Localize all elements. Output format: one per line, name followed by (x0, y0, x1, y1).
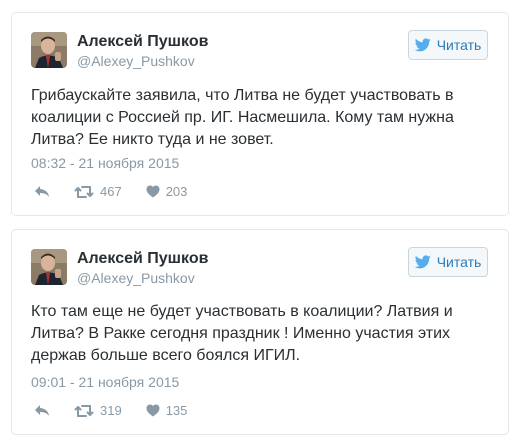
tweet-timestamp[interactable]: 08:32 - 21 ноября 2015 (31, 155, 179, 171)
tweet-text: Грибаускайте заявила, что Литва не будет… (31, 87, 454, 148)
follow-button-label: Читать (436, 37, 482, 53)
heart-icon (146, 185, 160, 198)
twitter-bird-icon (414, 255, 431, 269)
twitter-bird-icon (414, 38, 431, 52)
tweet-card: Алексей Пушков @Alexey_Pushkov Читать Гр… (11, 12, 509, 216)
reply-icon (34, 404, 50, 417)
tweet-text: Кто там еще не будет участвовать в коали… (31, 303, 453, 364)
avatar[interactable] (31, 32, 67, 68)
heart-icon (146, 404, 160, 417)
retweet-icon (74, 404, 94, 418)
tweet-timestamp[interactable]: 09:01 - 21 ноября 2015 (31, 374, 179, 390)
follow-button[interactable]: Читать (408, 247, 488, 277)
retweet-count: 467 (100, 184, 122, 199)
retweet-icon (74, 185, 94, 199)
author-name[interactable]: Алексей Пушков (77, 33, 208, 51)
author-handle[interactable]: @Alexey_Pushkov (77, 270, 195, 286)
author-handle[interactable]: @Alexey_Pushkov (77, 53, 195, 69)
author-name[interactable]: Алексей Пушков (77, 250, 208, 268)
tweet-card: Алексей Пушков @Alexey_Pushkov Читать Кт… (11, 229, 509, 435)
like-button[interactable]: 203 (146, 184, 188, 199)
tweet-actions: 467 203 (34, 184, 187, 199)
follow-button-label: Читать (436, 254, 482, 270)
like-count: 135 (165, 403, 188, 418)
retweet-button[interactable]: 319 (74, 403, 122, 418)
reply-button[interactable] (34, 185, 50, 198)
like-count: 203 (165, 184, 188, 199)
like-button[interactable]: 135 (146, 403, 188, 418)
retweet-button[interactable]: 467 (74, 184, 122, 199)
follow-button[interactable]: Читать (408, 30, 488, 60)
reply-button[interactable] (34, 404, 50, 417)
avatar[interactable] (31, 249, 67, 285)
reply-icon (34, 185, 50, 198)
retweet-count: 319 (100, 403, 122, 418)
tweet-actions: 319 135 (34, 403, 187, 418)
